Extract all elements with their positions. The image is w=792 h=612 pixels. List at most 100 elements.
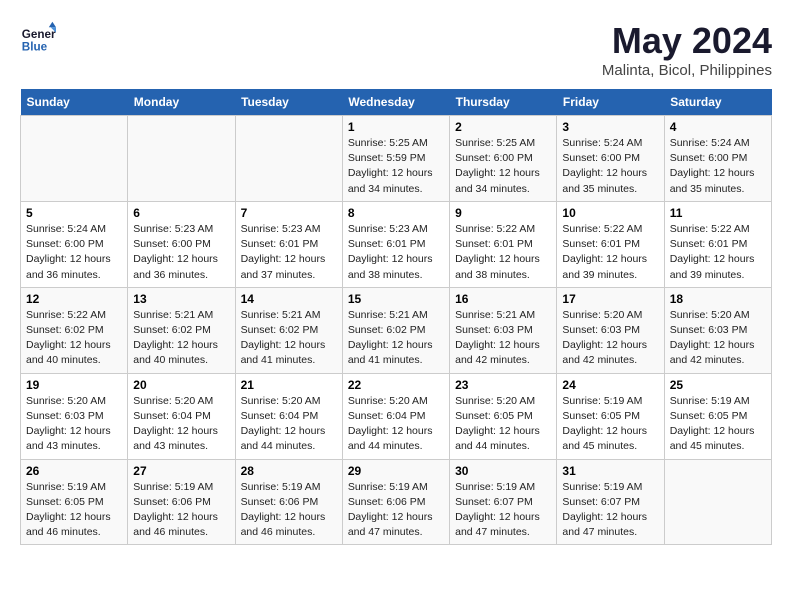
day-info: Sunrise: 5:23 AMSunset: 6:00 PMDaylight:… [133,222,229,283]
day-info: Sunrise: 5:20 AMSunset: 6:03 PMDaylight:… [562,308,658,369]
calendar-cell: 23 Sunrise: 5:20 AMSunset: 6:05 PMDayligh… [450,373,557,459]
day-info: Sunrise: 5:20 AMSunset: 6:05 PMDaylight:… [455,394,551,455]
calendar-cell: 18 Sunrise: 5:20 AMSunset: 6:03 PMDayligh… [664,287,771,373]
calendar-cell: 25 Sunrise: 5:19 AMSunset: 6:05 PMDayligh… [664,373,771,459]
day-number: 31 [562,464,658,478]
calendar-week-5: 26 Sunrise: 5:19 AMSunset: 6:05 PMDayligh… [21,459,772,545]
day-info: Sunrise: 5:20 AMSunset: 6:04 PMDaylight:… [133,394,229,455]
calendar-week-3: 12Sunrise: 5:22 AMSunset: 6:02 PMDayligh… [21,287,772,373]
column-header-sunday: Sunday [21,89,128,116]
calendar-cell: 17 Sunrise: 5:20 AMSunset: 6:03 PMDayligh… [557,287,664,373]
calendar-cell: 27 Sunrise: 5:19 AMSunset: 6:06 PMDayligh… [128,459,235,545]
column-header-friday: Friday [557,89,664,116]
day-info: Sunrise: 5:23 AMSunset: 6:01 PMDaylight:… [348,222,444,283]
day-info: Sunrise: 5:19 AMSunset: 6:06 PMDaylight:… [348,480,444,541]
calendar-cell: 20 Sunrise: 5:20 AMSunset: 6:04 PMDayligh… [128,373,235,459]
calendar-cell: 21Sunrise: 5:20 AMSunset: 6:04 PMDayligh… [235,373,342,459]
calendar-cell: 26 Sunrise: 5:19 AMSunset: 6:05 PMDayligh… [21,459,128,545]
day-number: 27 [133,464,229,478]
svg-text:Blue: Blue [22,41,48,54]
calendar-cell: 6 Sunrise: 5:23 AMSunset: 6:00 PMDaylight… [128,201,235,287]
day-info: Sunrise: 5:22 AMSunset: 6:02 PMDaylight:… [26,308,122,369]
column-header-thursday: Thursday [450,89,557,116]
calendar-header-row: SundayMondayTuesdayWednesdayThursdayFrid… [21,89,772,116]
day-info: Sunrise: 5:19 AMSunset: 6:05 PMDaylight:… [670,394,766,455]
page-header: General Blue May 2024 Malinta, Bicol, Ph… [20,20,772,79]
calendar-cell: 31 Sunrise: 5:19 AMSunset: 6:07 PMDayligh… [557,459,664,545]
calendar-cell: 13 Sunrise: 5:21 AMSunset: 6:02 PMDayligh… [128,287,235,373]
day-number: 2 [455,120,551,134]
day-info: Sunrise: 5:19 AMSunset: 6:06 PMDaylight:… [133,480,229,541]
calendar-table: SundayMondayTuesdayWednesdayThursdayFrid… [20,89,772,545]
day-number: 6 [133,206,229,220]
day-info: Sunrise: 5:24 AMSunset: 6:00 PMDaylight:… [26,222,122,283]
day-info: Sunrise: 5:19 AMSunset: 6:05 PMDaylight:… [26,480,122,541]
day-number: 10 [562,206,658,220]
day-number: 26 [26,464,122,478]
calendar-cell: 15 Sunrise: 5:21 AMSunset: 6:02 PMDayligh… [342,287,449,373]
day-info: Sunrise: 5:20 AMSunset: 6:03 PMDaylight:… [26,394,122,455]
day-info: Sunrise: 5:25 AMSunset: 6:00 PMDaylight:… [455,136,551,197]
calendar-cell: 2 Sunrise: 5:25 AMSunset: 6:00 PMDaylight… [450,116,557,202]
day-info: Sunrise: 5:20 AMSunset: 6:04 PMDaylight:… [241,394,337,455]
logo-icon: General Blue [20,20,56,56]
calendar-cell: 16 Sunrise: 5:21 AMSunset: 6:03 PMDayligh… [450,287,557,373]
calendar-cell [235,116,342,202]
column-header-saturday: Saturday [664,89,771,116]
day-info: Sunrise: 5:24 AMSunset: 6:00 PMDaylight:… [562,136,658,197]
day-info: Sunrise: 5:19 AMSunset: 6:05 PMDaylight:… [562,394,658,455]
day-number: 18 [670,292,766,306]
day-number: 25 [670,378,766,392]
calendar-cell: 28 Sunrise: 5:19 AMSunset: 6:06 PMDayligh… [235,459,342,545]
day-number: 23 [455,378,551,392]
calendar-cell: 1Sunrise: 5:25 AMSunset: 5:59 PMDaylight… [342,116,449,202]
calendar-cell: 7 Sunrise: 5:23 AMSunset: 6:01 PMDaylight… [235,201,342,287]
day-number: 17 [562,292,658,306]
day-info: Sunrise: 5:25 AMSunset: 5:59 PMDaylight:… [348,136,444,197]
day-number: 16 [455,292,551,306]
day-number: 20 [133,378,229,392]
day-info: Sunrise: 5:19 AMSunset: 6:07 PMDaylight:… [455,480,551,541]
day-info: Sunrise: 5:21 AMSunset: 6:03 PMDaylight:… [455,308,551,369]
day-info: Sunrise: 5:19 AMSunset: 6:07 PMDaylight:… [562,480,658,541]
day-number: 22 [348,378,444,392]
calendar-cell: 12Sunrise: 5:22 AMSunset: 6:02 PMDayligh… [21,287,128,373]
location: Malinta, Bicol, Philippines [602,62,772,79]
day-number: 8 [348,206,444,220]
calendar-cell: 5 Sunrise: 5:24 AMSunset: 6:00 PMDaylight… [21,201,128,287]
day-info: Sunrise: 5:20 AMSunset: 6:03 PMDaylight:… [670,308,766,369]
day-info: Sunrise: 5:21 AMSunset: 6:02 PMDaylight:… [348,308,444,369]
calendar-cell [128,116,235,202]
calendar-cell: 9Sunrise: 5:22 AMSunset: 6:01 PMDaylight… [450,201,557,287]
day-info: Sunrise: 5:22 AMSunset: 6:01 PMDaylight:… [455,222,551,283]
logo: General Blue [20,20,56,56]
day-number: 3 [562,120,658,134]
calendar-cell: 19Sunrise: 5:20 AMSunset: 6:03 PMDayligh… [21,373,128,459]
calendar-cell [664,459,771,545]
day-number: 29 [348,464,444,478]
day-info: Sunrise: 5:21 AMSunset: 6:02 PMDaylight:… [241,308,337,369]
calendar-cell: 4Sunrise: 5:24 AMSunset: 6:00 PMDaylight… [664,116,771,202]
day-number: 13 [133,292,229,306]
calendar-cell: 24Sunrise: 5:19 AMSunset: 6:05 PMDayligh… [557,373,664,459]
day-number: 15 [348,292,444,306]
day-info: Sunrise: 5:23 AMSunset: 6:01 PMDaylight:… [241,222,337,283]
calendar-week-1: 1Sunrise: 5:25 AMSunset: 5:59 PMDaylight… [21,116,772,202]
calendar-cell: 3 Sunrise: 5:24 AMSunset: 6:00 PMDaylight… [557,116,664,202]
day-info: Sunrise: 5:21 AMSunset: 6:02 PMDaylight:… [133,308,229,369]
calendar-cell: 14Sunrise: 5:21 AMSunset: 6:02 PMDayligh… [235,287,342,373]
day-number: 28 [241,464,337,478]
day-number: 7 [241,206,337,220]
calendar-week-2: 5 Sunrise: 5:24 AMSunset: 6:00 PMDaylight… [21,201,772,287]
day-info: Sunrise: 5:19 AMSunset: 6:06 PMDaylight:… [241,480,337,541]
day-number: 5 [26,206,122,220]
calendar-week-4: 19Sunrise: 5:20 AMSunset: 6:03 PMDayligh… [21,373,772,459]
day-info: Sunrise: 5:22 AMSunset: 6:01 PMDaylight:… [562,222,658,283]
svg-text:General: General [22,28,56,41]
day-info: Sunrise: 5:22 AMSunset: 6:01 PMDaylight:… [670,222,766,283]
day-number: 11 [670,206,766,220]
column-header-wednesday: Wednesday [342,89,449,116]
calendar-cell: 29 Sunrise: 5:19 AMSunset: 6:06 PMDayligh… [342,459,449,545]
day-info: Sunrise: 5:20 AMSunset: 6:04 PMDaylight:… [348,394,444,455]
title-block: May 2024 Malinta, Bicol, Philippines [602,20,772,79]
